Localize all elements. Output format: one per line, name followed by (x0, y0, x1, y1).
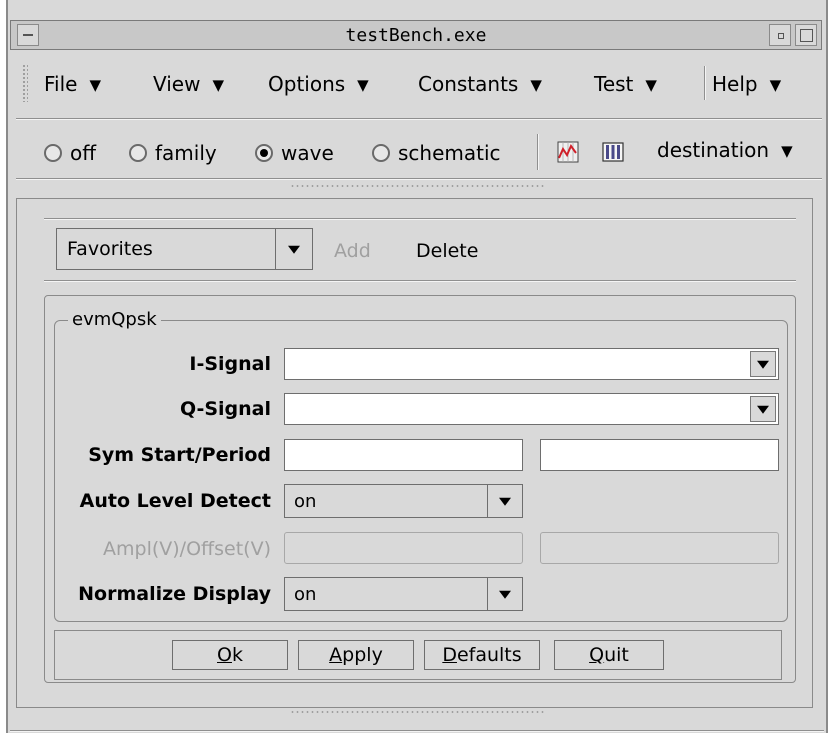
q-signal-label: Q-Signal (179, 398, 271, 420)
chevron-down-icon: ▼ (89, 76, 102, 94)
radio-indicator (129, 144, 147, 162)
radio-wave-label: wave (281, 141, 334, 165)
sym-start-period-label: Sym Start/Period (88, 444, 271, 466)
chevron-down-icon: ▼ (645, 76, 657, 94)
quit-label: uit (604, 644, 629, 666)
apply-label: pply (342, 644, 383, 666)
chevron-down-icon: ▼ (212, 76, 225, 94)
radio-family[interactable]: family (129, 139, 217, 167)
maximize-button[interactable] (795, 24, 817, 46)
quit-button[interactable]: Quit (554, 640, 664, 670)
menu-options-label: Options (268, 72, 346, 96)
q-signal-dropdown-button[interactable] (750, 396, 776, 422)
i-signal-input[interactable] (284, 348, 779, 380)
menu-constants[interactable]: Constants ▼ (418, 72, 542, 96)
chevron-down-icon (757, 360, 769, 369)
menu-test[interactable]: Test ▼ (594, 72, 657, 96)
radio-indicator-selected (255, 144, 273, 162)
favorites-dropdown-button[interactable] (275, 229, 312, 269)
ok-button[interactable]: Ok (172, 640, 288, 670)
defaults-button[interactable]: Defaults (424, 640, 540, 670)
quit-mnemonic: Q (589, 644, 605, 666)
chevron-down-icon: ▼ (781, 142, 793, 160)
favorites-combo[interactable]: Favorites (56, 228, 313, 270)
menubar-grip[interactable] (22, 64, 28, 102)
radio-indicator (44, 144, 62, 162)
radio-schematic[interactable]: schematic (372, 139, 501, 167)
apply-button[interactable]: Apply (298, 640, 414, 670)
chevron-down-icon: ▼ (769, 76, 782, 94)
menu-help-label: Help (712, 72, 758, 96)
normalize-dropdown-button[interactable] (487, 578, 522, 610)
title-bar[interactable]: testBench.exe (10, 20, 822, 50)
destination-menu[interactable]: destination ▼ (657, 138, 793, 162)
panel-top-divider (44, 218, 796, 220)
sym-period-input[interactable] (540, 439, 779, 471)
auto-level-dropdown-button[interactable] (487, 485, 522, 517)
radio-off[interactable]: off (44, 139, 96, 167)
radio-schematic-label: schematic (398, 141, 501, 165)
ampl-offset-label: Ampl(V)/Offset(V) (103, 538, 271, 560)
menu-options[interactable]: Options ▼ (268, 72, 369, 96)
auto-level-detect-label: Auto Level Detect (79, 490, 271, 512)
menu-help[interactable]: Help ▼ (712, 72, 781, 96)
radio-family-label: family (155, 141, 217, 165)
menu-view[interactable]: View ▼ (153, 72, 224, 96)
table-icon[interactable] (602, 142, 624, 162)
normalize-display-label: Normalize Display (78, 583, 271, 605)
chevron-down-icon: ▼ (530, 76, 542, 94)
menubar-divider (16, 118, 822, 120)
iconify-icon (778, 33, 784, 39)
window-title: testBench.exe (345, 25, 487, 46)
destination-label: destination (657, 138, 770, 162)
ok-label: k (231, 644, 243, 666)
toolbar-divider (16, 178, 822, 180)
q-signal-input[interactable] (284, 393, 779, 425)
chevron-down-icon (288, 245, 300, 254)
defaults-mnemonic: D (442, 644, 457, 666)
favorites-divider (44, 280, 796, 282)
wave-plot-icon[interactable] (557, 141, 579, 163)
window-bottom-edge (10, 730, 824, 732)
i-signal-label: I-Signal (189, 353, 271, 375)
chevron-down-icon (499, 590, 511, 599)
radio-wave[interactable]: wave (255, 139, 334, 167)
menu-test-label: Test (594, 72, 634, 96)
group-title: evmQpsk (68, 309, 161, 330)
menu-view-label: View (153, 72, 201, 96)
button-row (54, 630, 782, 680)
chevron-down-icon: ▼ (357, 76, 369, 94)
splitter-handle-top[interactable] (290, 184, 546, 188)
toolbar-separator (537, 134, 539, 170)
normalize-display-select[interactable]: on (284, 577, 523, 611)
offset-input[interactable] (540, 532, 779, 564)
chevron-down-icon (757, 405, 769, 414)
radio-off-label: off (70, 141, 97, 165)
chevron-down-icon (499, 497, 511, 506)
auto-level-detect-value: on (294, 491, 317, 512)
menu-file[interactable]: File ▼ (44, 72, 101, 96)
auto-level-detect-select[interactable]: on (284, 484, 523, 518)
delete-button[interactable]: Delete (416, 240, 478, 262)
iconify-button[interactable] (769, 24, 791, 46)
menu-constants-label: Constants (418, 72, 519, 96)
menu-file-label: File (44, 72, 78, 96)
normalize-display-value: on (294, 584, 317, 605)
ampl-input[interactable] (284, 532, 523, 564)
maximize-icon (800, 29, 813, 42)
i-signal-dropdown-button[interactable] (750, 351, 776, 377)
apply-mnemonic: A (329, 644, 343, 666)
add-button[interactable]: Add (334, 240, 371, 262)
menu-separator (704, 66, 706, 100)
defaults-label: efaults (456, 644, 522, 666)
splitter-handle-bottom[interactable] (290, 710, 546, 714)
radio-indicator (372, 144, 390, 162)
favorites-value: Favorites (67, 238, 153, 260)
ok-mnemonic: O (217, 644, 232, 666)
sym-start-input[interactable] (284, 439, 523, 471)
